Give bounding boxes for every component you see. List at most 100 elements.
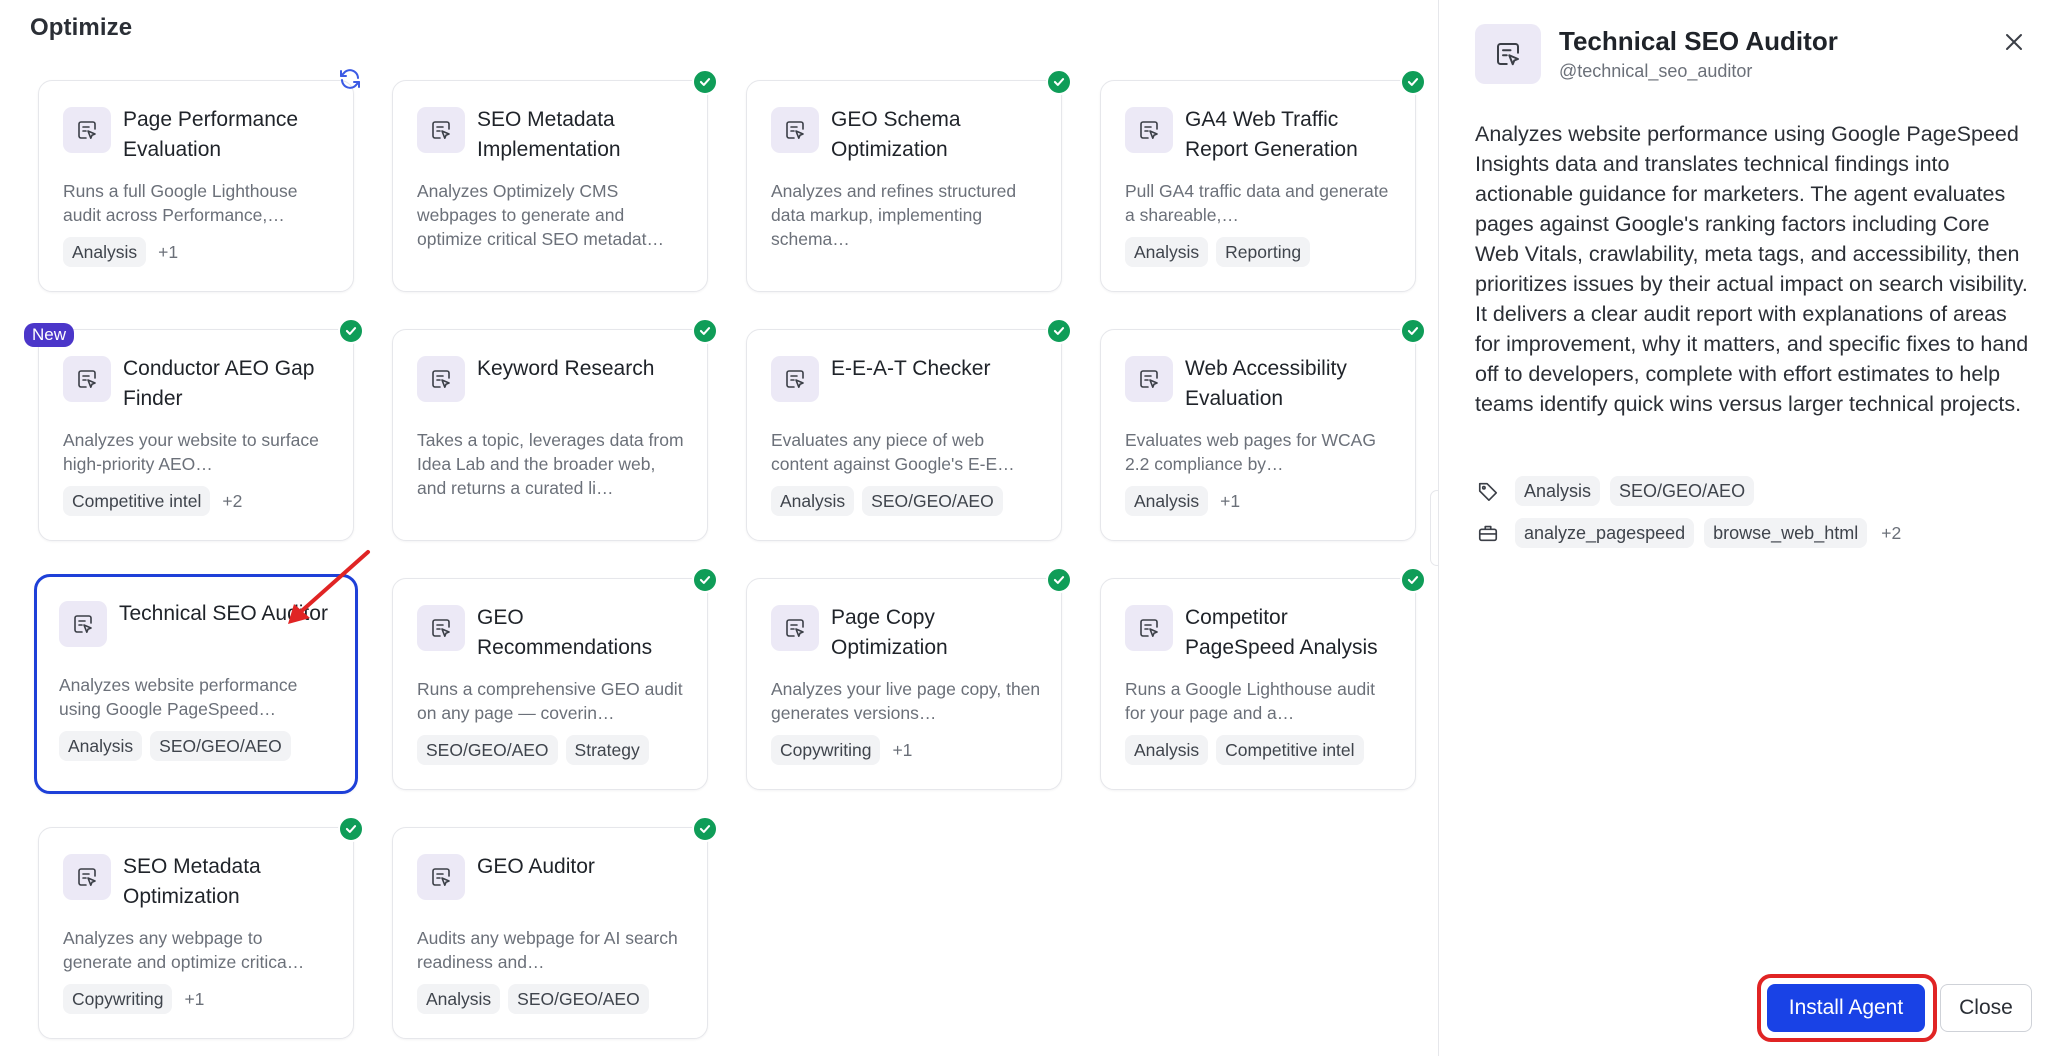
card-tag: Strategy [565, 735, 649, 765]
card-description: Runs a Google Lighthouse audit for your … [1125, 679, 1376, 723]
card-title: Page Copy Optimization [831, 606, 948, 659]
check-circle-icon [1400, 318, 1426, 344]
tool-tag: browse_web_html [1704, 518, 1868, 548]
tools-more-count: +2 [1881, 522, 1902, 543]
card-description: Analyzes Optimizely CMS webpages to gene… [417, 181, 665, 249]
close-icon[interactable] [2002, 30, 2026, 54]
agent-cursor-icon [63, 107, 111, 153]
agent-detail-panel: Technical SEO Auditor @technical_seo_aud… [1438, 0, 2048, 1056]
agent-card[interactable]: SEO Metadata Implementation Analyzes Opt… [392, 80, 708, 292]
card-tags: SEO/GEO/AEO Strategy [417, 735, 649, 765]
card-tag: Analysis [1125, 237, 1209, 267]
agent-card[interactable]: Page Performance Evaluation Runs a full … [38, 80, 354, 292]
card-tag: Analysis [63, 237, 147, 267]
install-agent-button[interactable]: Install Agent [1767, 984, 1925, 1032]
card-title: GEO Recommendations [477, 606, 653, 659]
category-row: Analysis SEO/GEO/AEO [1475, 476, 1755, 506]
agent-cursor-icon [417, 107, 465, 153]
card-tags: Analysis +1 [1125, 486, 1244, 516]
agent-cursor-icon [771, 356, 819, 402]
agent-cursor-icon [1125, 605, 1173, 651]
agent-cursor-icon [1125, 356, 1173, 402]
agent-cursor-icon [417, 605, 465, 651]
toolbox-icon [1475, 520, 1501, 546]
card-tag: SEO/GEO/AEO [862, 486, 1003, 516]
agent-card[interactable]: SEO Metadata Optimization Analyzes any w… [38, 827, 354, 1039]
agent-cursor-icon [1475, 24, 1541, 84]
section-title: Optimize [30, 14, 133, 41]
agent-card[interactable]: E-E-A-T Checker Evaluates any piece of w… [746, 329, 1062, 541]
card-tag: Analysis [59, 731, 143, 761]
agent-cursor-icon [771, 107, 819, 153]
card-title: Web Accessibility Evaluation [1185, 357, 1347, 410]
card-tag: Competitive intel [63, 486, 211, 516]
check-circle-icon [338, 318, 364, 344]
card-more-count: +2 [222, 490, 243, 511]
card-description: Analyzes and refines structured data mar… [771, 181, 1017, 249]
tag-icon [1475, 478, 1501, 504]
card-description: Pull GA4 traffic data and generate a sha… [1125, 181, 1389, 225]
card-title: GEO Schema Optimization [831, 108, 961, 161]
card-tag: Analysis [771, 486, 855, 516]
card-title: GEO Auditor [477, 855, 595, 878]
card-tags: Analysis SEO/GEO/AEO [771, 486, 1003, 516]
agent-card[interactable]: GA4 Web Traffic Report Generation Pull G… [1100, 80, 1416, 292]
agent-cursor-icon [771, 605, 819, 651]
annotation-arrow [288, 550, 370, 624]
card-tag: Reporting [1216, 237, 1311, 267]
card-description: Runs a full Google Lighthouse audit acro… [63, 181, 298, 225]
card-tag: Competitive intel [1216, 735, 1364, 765]
card-title: GA4 Web Traffic Report Generation [1185, 108, 1358, 161]
agent-card[interactable]: GEO Auditor Audits any webpage for AI se… [392, 827, 708, 1039]
card-more-count: +1 [158, 241, 179, 262]
refresh-icon[interactable] [335, 64, 365, 94]
check-circle-icon [1046, 567, 1072, 593]
agent-card[interactable]: Competitor PageSpeed Analysis Runs a Goo… [1100, 578, 1416, 790]
card-description: Evaluates any piece of web content again… [771, 430, 1015, 474]
agent-cursor-icon [63, 854, 111, 900]
card-tags: Analysis SEO/GEO/AEO [59, 731, 291, 761]
card-title: SEO Metadata Optimization [123, 855, 261, 908]
card-tag: SEO/GEO/AEO [417, 735, 558, 765]
card-tags: Analysis Reporting [1125, 237, 1311, 267]
card-title: Keyword Research [477, 357, 655, 380]
card-title: Page Performance Evaluation [123, 108, 299, 161]
check-circle-icon [1046, 318, 1072, 344]
check-circle-icon [1400, 69, 1426, 95]
card-description: Runs a comprehensive GEO audit on any pa… [417, 679, 683, 723]
card-tag: SEO/GEO/AEO [150, 731, 291, 761]
check-circle-icon [692, 816, 718, 842]
agent-card[interactable]: Page Copy Optimization Analyzes your liv… [746, 578, 1062, 790]
agent-cursor-icon [59, 601, 107, 647]
agent-cursor-icon [417, 854, 465, 900]
card-more-count: +1 [892, 739, 913, 760]
card-tag: Copywriting [771, 735, 881, 765]
card-description: Takes a topic, leverages data from Idea … [417, 430, 684, 498]
card-tag: SEO/GEO/AEO [508, 984, 649, 1014]
close-button[interactable]: Close [1940, 984, 2032, 1032]
card-tag: Copywriting [63, 984, 173, 1014]
agent-card[interactable]: Web Accessibility Evaluation Evaluates w… [1100, 329, 1416, 541]
agent-card[interactable]: GEO Schema Optimization Analyzes and ref… [746, 80, 1062, 292]
new-badge: New [24, 323, 75, 347]
card-tags: Competitive intel +2 [63, 486, 246, 516]
agent-card[interactable]: Keyword Research Takes a topic, leverage… [392, 329, 708, 541]
card-title: SEO Metadata Implementation [477, 108, 621, 161]
card-description: Audits any webpage for AI search readine… [417, 928, 678, 972]
card-description: Analyzes website performance using Googl… [59, 675, 298, 719]
card-title: Competitor PageSpeed Analysis [1185, 606, 1378, 659]
tools-row: analyze_pagespeed browse_web_html +2 [1475, 518, 1905, 548]
agent-card[interactable]: GEO Recommendations Runs a comprehensive… [392, 578, 708, 790]
card-title: Conductor AEO Gap Finder [123, 357, 315, 410]
agent-cursor-icon [417, 356, 465, 402]
category-tag: SEO/GEO/AEO [1610, 476, 1755, 506]
agent-card[interactable]: Conductor AEO Gap Finder Analyzes your w… [38, 329, 354, 541]
card-tag: Analysis [1125, 735, 1209, 765]
panel-description: Analyzes website performance using Googl… [1475, 122, 2029, 416]
category-tag: Analysis [1515, 476, 1601, 506]
check-circle-icon [338, 816, 364, 842]
panel-handle: @technical_seo_auditor [1559, 61, 1753, 81]
panel-title: Technical SEO Auditor [1559, 26, 1838, 56]
card-more-count: +1 [1220, 490, 1241, 511]
agent-cursor-icon [63, 356, 111, 402]
